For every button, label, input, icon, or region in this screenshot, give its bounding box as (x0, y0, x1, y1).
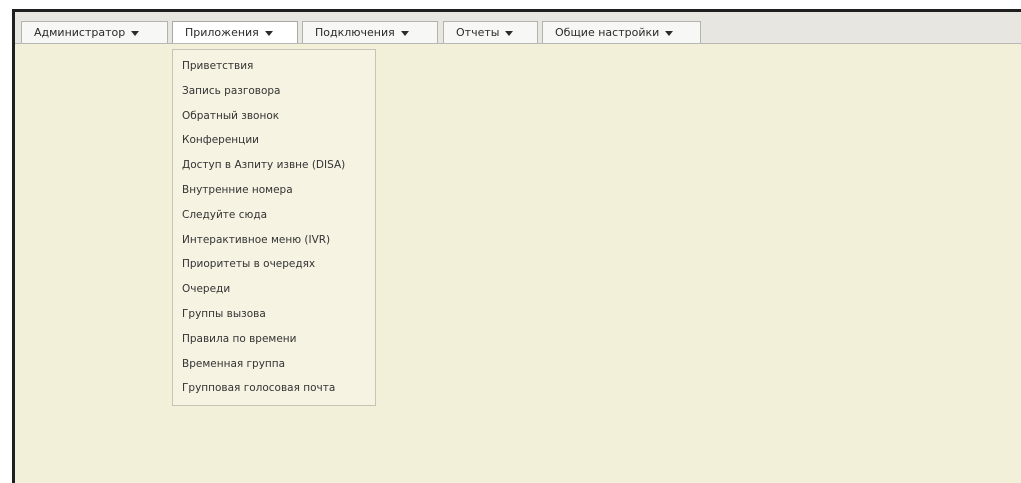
dropdown-item-greetings[interactable]: Приветствия (173, 54, 375, 79)
menu-item-general-settings[interactable]: Общие настройки (542, 21, 701, 43)
chevron-down-icon (400, 30, 409, 36)
dropdown-item-extensions[interactable]: Внутренние номера (173, 178, 375, 203)
dropdown-item-disa[interactable]: Доступ в Азпиту извне (DISA) (173, 153, 375, 178)
dropdown-item-ring-groups[interactable]: Группы вызова (173, 302, 375, 327)
top-menu-bar: Администратор Приложения Подключения Отч… (15, 12, 1021, 44)
applications-dropdown-menu: Приветствия Запись разговора Обратный зв… (172, 49, 376, 406)
chevron-down-icon (665, 30, 674, 36)
dropdown-item-queues[interactable]: Очереди (173, 277, 375, 302)
menu-item-label: Подключения (315, 25, 395, 39)
dropdown-item-time-groups[interactable]: Временная группа (173, 352, 375, 377)
chevron-down-icon (505, 30, 514, 36)
menu-item-reports[interactable]: Отчеты (443, 21, 538, 43)
menu-item-administrator[interactable]: Администратор (21, 21, 168, 43)
dropdown-item-time-conditions[interactable]: Правила по времени (173, 327, 375, 352)
menu-item-label: Администратор (34, 25, 126, 39)
menu-item-label: Отчеты (456, 25, 500, 39)
dropdown-item-call-recording[interactable]: Запись разговора (173, 79, 375, 104)
menu-item-label: Приложения (185, 25, 259, 39)
dropdown-item-ivr[interactable]: Интерактивное меню (IVR) (173, 228, 375, 253)
dropdown-item-queue-priorities[interactable]: Приоритеты в очередях (173, 252, 375, 277)
dropdown-item-callback[interactable]: Обратный звонок (173, 104, 375, 129)
dropdown-item-group-voicemail[interactable]: Групповая голосовая почта (173, 376, 375, 401)
app-frame: Администратор Приложения Подключения Отч… (12, 9, 1021, 483)
menu-item-connections[interactable]: Подключения (302, 21, 438, 43)
dropdown-item-follow-me[interactable]: Следуйте сюда (173, 203, 375, 228)
dropdown-item-conferences[interactable]: Конференции (173, 128, 375, 153)
chevron-down-icon (264, 30, 273, 36)
chevron-down-icon (131, 30, 140, 36)
menu-item-label: Общие настройки (555, 25, 660, 39)
menu-item-applications[interactable]: Приложения (172, 21, 298, 43)
